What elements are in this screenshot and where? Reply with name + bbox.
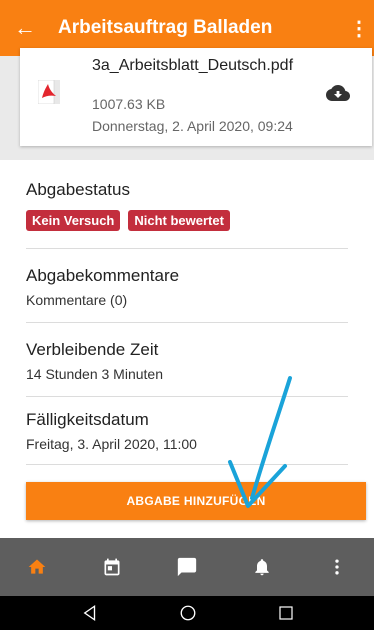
divider bbox=[26, 248, 348, 249]
home-circle-icon[interactable] bbox=[179, 604, 197, 622]
file-date: Donnerstag, 2. April 2020, 09:24 bbox=[92, 118, 293, 134]
pdf-file-icon bbox=[38, 80, 60, 104]
messages-icon[interactable] bbox=[167, 547, 207, 587]
due-value: Freitag, 3. April 2020, 11:00 bbox=[26, 436, 197, 452]
notifications-icon[interactable] bbox=[242, 547, 282, 587]
status-badge-grade: Nicht bewertet bbox=[128, 210, 230, 231]
more-vert-icon[interactable] bbox=[317, 547, 357, 587]
file-name: 3a_Arbeitsblatt_Deutsch.pdf bbox=[92, 57, 294, 74]
file-card[interactable]: 3a_Arbeitsblatt_Deutsch.pdf 1007.63 KB D… bbox=[20, 48, 372, 146]
divider bbox=[26, 396, 348, 397]
comments-section[interactable]: Abgabekommentare Kommentare (0) bbox=[26, 266, 348, 308]
arrow-back-icon[interactable]: ← bbox=[0, 15, 50, 41]
status-label: Abgabestatus bbox=[26, 180, 130, 199]
file-size: 1007.63 KB bbox=[92, 96, 166, 112]
remaining-value: 14 Stunden 3 Minuten bbox=[26, 366, 163, 382]
bottom-tab-bar bbox=[0, 538, 374, 596]
home-icon[interactable] bbox=[17, 547, 57, 587]
divider bbox=[26, 464, 348, 465]
cloud-download-icon[interactable] bbox=[326, 81, 350, 105]
back-triangle-icon[interactable] bbox=[81, 604, 99, 622]
recents-square-icon[interactable] bbox=[278, 605, 294, 621]
assignment-details: Abgabestatus Kein Versuch Nicht bewertet … bbox=[0, 160, 374, 538]
calendar-icon[interactable] bbox=[92, 547, 132, 587]
due-section: Fälligkeitsdatum Freitag, 3. April 2020,… bbox=[26, 410, 348, 452]
status-section: Abgabestatus Kein Versuch Nicht bewertet bbox=[26, 180, 348, 231]
page-title: Arbeitsauftrag Balladen bbox=[58, 17, 273, 38]
remaining-section: Verbleibende Zeit 14 Stunden 3 Minuten bbox=[26, 340, 348, 382]
status-badge-attempt: Kein Versuch bbox=[26, 210, 121, 231]
divider bbox=[26, 322, 348, 323]
comments-label: Abgabekommentare bbox=[26, 266, 180, 285]
more-vert-icon[interactable]: ⋮ bbox=[344, 16, 374, 41]
comments-value[interactable]: Kommentare (0) bbox=[26, 292, 348, 308]
system-navigation-bar bbox=[0, 596, 374, 630]
remaining-label: Verbleibende Zeit bbox=[26, 340, 159, 359]
due-label: Fälligkeitsdatum bbox=[26, 410, 149, 429]
add-submission-button[interactable]: ABGABE HINZUFÜGEN bbox=[26, 482, 366, 520]
